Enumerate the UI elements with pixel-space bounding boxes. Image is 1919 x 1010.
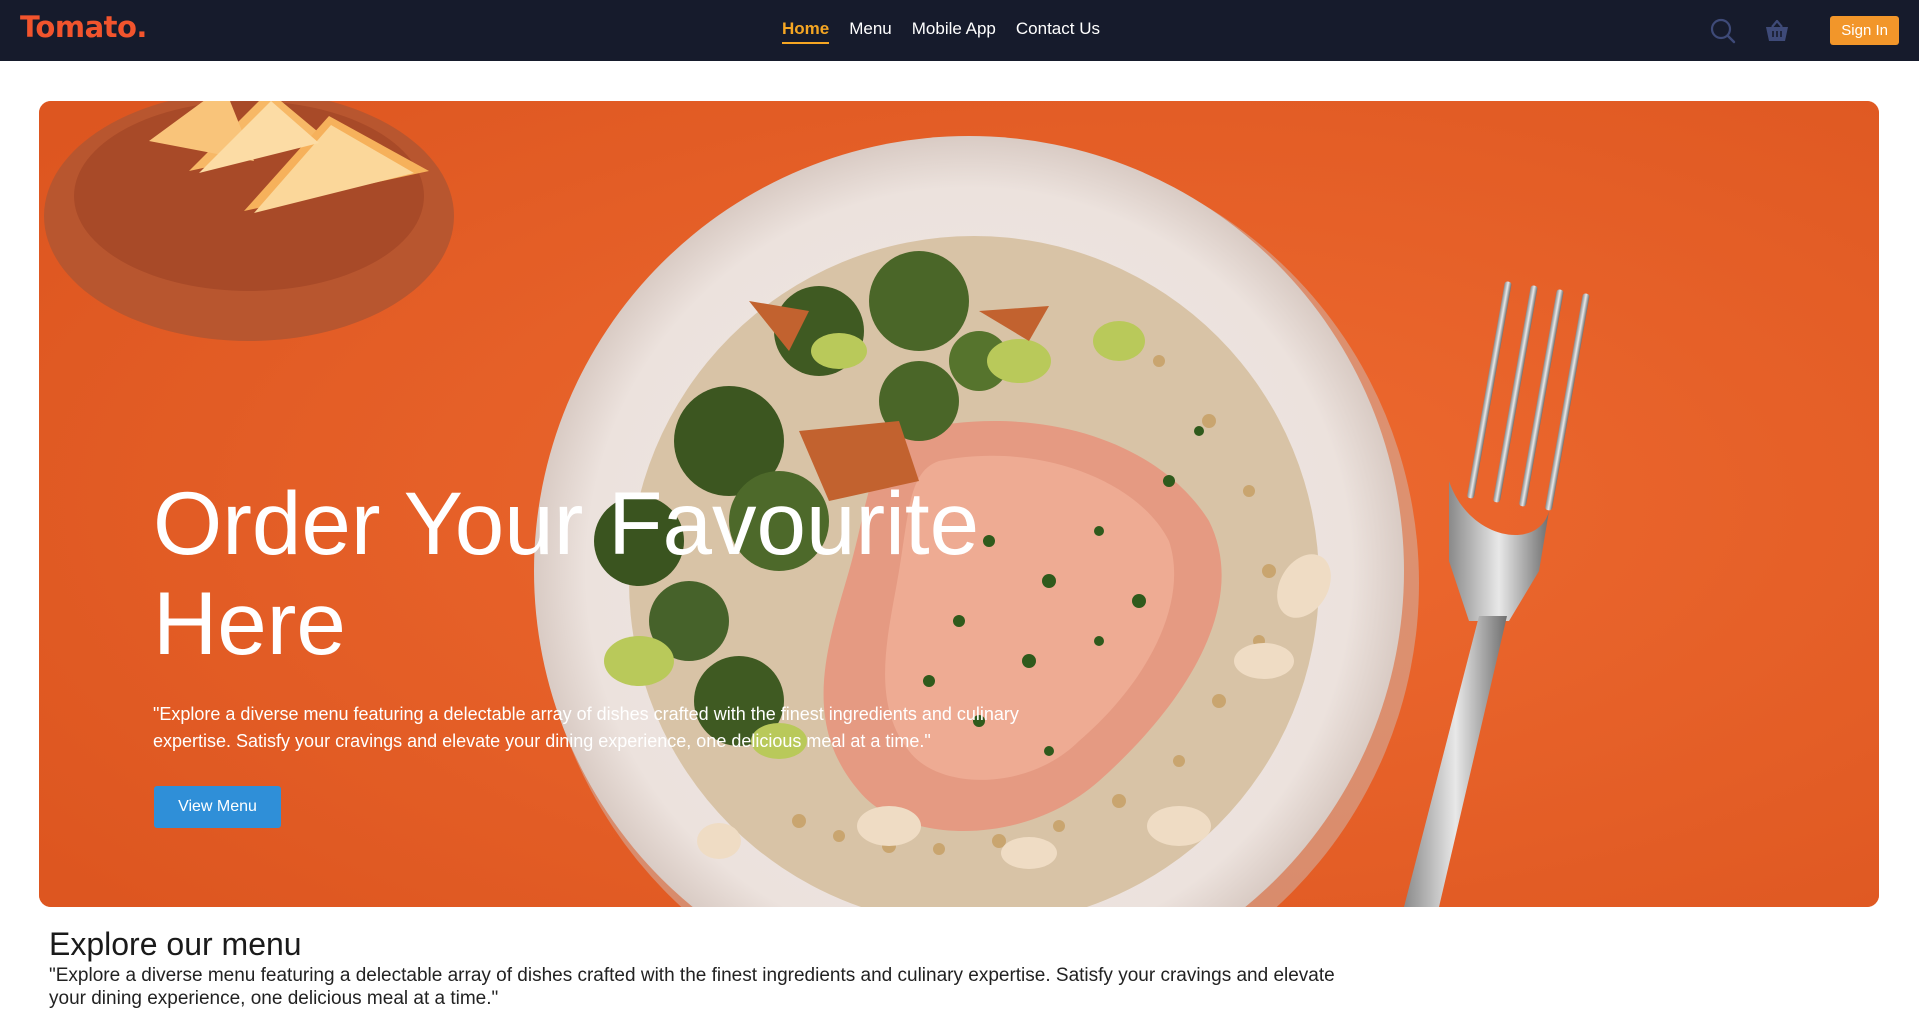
nav-link-mobile-app[interactable]: Mobile App	[912, 19, 996, 44]
nav-link-contact-us[interactable]: Contact Us	[1016, 19, 1100, 44]
hero-description: "Explore a diverse menu featuring a dele…	[153, 704, 1019, 751]
explore-menu-heading: Explore our menu	[49, 926, 302, 962]
main-nav: Home Menu Mobile App Contact Us	[782, 19, 1100, 44]
hero-title: Order Your Favourite Here	[153, 473, 980, 673]
view-menu-button[interactable]: View Menu	[154, 786, 281, 828]
navbar-actions: Sign In	[1708, 0, 1899, 61]
search-icon[interactable]	[1708, 16, 1738, 46]
hero-banner: Order Your Favourite Here "Explore a div…	[39, 101, 1879, 907]
top-navbar: Tomato. Home Menu Mobile App Contact Us …	[0, 0, 1919, 61]
basket-icon[interactable]	[1762, 16, 1792, 46]
lemon-bowl	[44, 101, 454, 341]
brand-logo[interactable]: Tomato.	[20, 10, 147, 44]
sign-in-button[interactable]: Sign In	[1830, 16, 1899, 45]
nav-link-menu[interactable]: Menu	[849, 19, 892, 44]
nav-link-home[interactable]: Home	[782, 19, 830, 44]
explore-menu-description: "Explore a diverse menu featuring a dele…	[49, 965, 1335, 1009]
